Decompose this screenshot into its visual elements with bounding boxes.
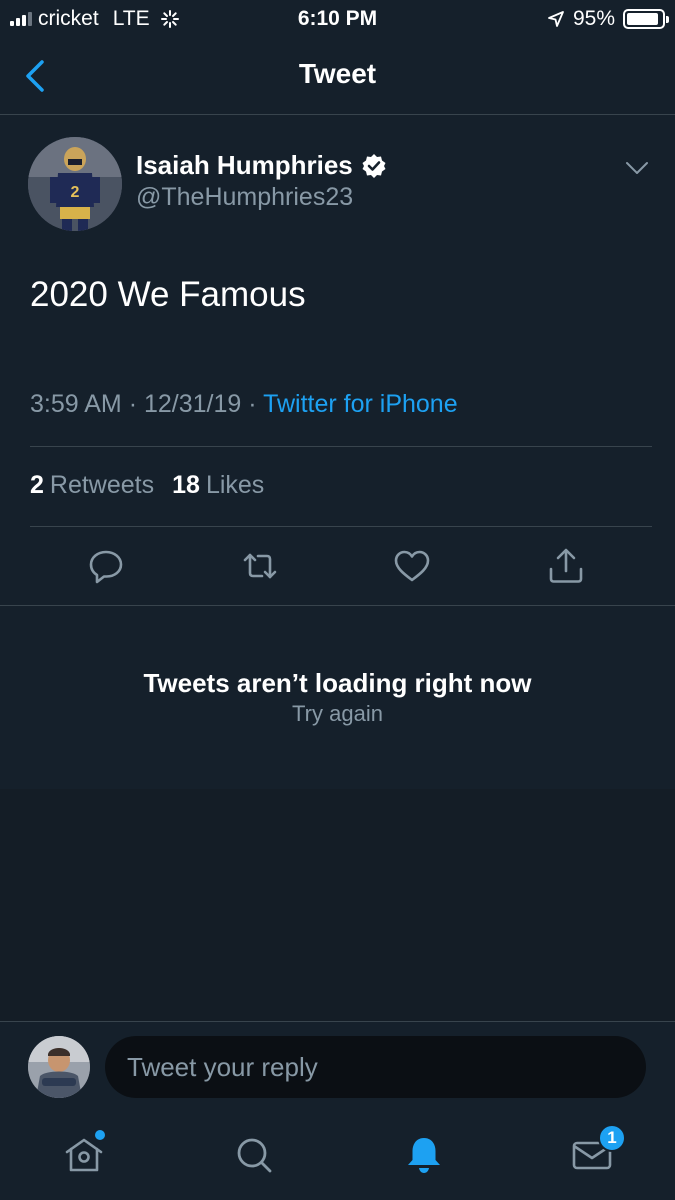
verified-badge-icon (362, 153, 386, 178)
meta-separator: · (248, 390, 257, 418)
error-message: Tweets aren’t loading right now (143, 668, 532, 698)
battery-icon (623, 9, 669, 29)
tab-notifications[interactable] (402, 1133, 446, 1177)
retweet-label: Retweets (49, 471, 155, 499)
location-arrow-icon (548, 11, 564, 27)
author-name[interactable]: Isaiah Humphries (136, 150, 387, 181)
reply-icon (89, 550, 123, 584)
page-title: Tweet (298, 58, 377, 89)
messages-badge: 1 (598, 1124, 626, 1152)
tweet-meta: 3:59 AM · 12/31/19 · Twitter for iPhone (30, 390, 458, 419)
empty-area (0, 789, 675, 1021)
likes-stat[interactable]: 18 Likes (172, 471, 264, 500)
tweet-source-link[interactable]: Twitter for iPhone (263, 390, 458, 418)
like-label: Likes (205, 471, 265, 499)
retweet-icon (243, 553, 277, 579)
user-photo-image (28, 1036, 90, 1098)
nav-header: Tweet (0, 38, 675, 115)
chevron-down-icon (626, 162, 648, 174)
tweet-text: 2020 We Famous (30, 275, 306, 314)
tweet-date: 12/31/19 (143, 390, 242, 418)
tab-bar: 1 (0, 1113, 675, 1200)
tweet-time: 3:59 AM (30, 390, 122, 418)
meta-separator: · (128, 390, 138, 418)
reply-bar (0, 1021, 675, 1113)
tweet-actions (0, 546, 675, 586)
retweets-stat[interactable]: 2 Retweets (30, 471, 154, 500)
share-button[interactable] (546, 546, 586, 586)
home-unread-dot (95, 1130, 105, 1140)
battery-percent: 95% (572, 7, 615, 30)
bell-icon (408, 1138, 440, 1173)
divider (30, 526, 652, 527)
retweet-count: 2 (30, 471, 44, 499)
divider (30, 446, 652, 447)
like-count: 18 (172, 471, 200, 499)
tweet-stats: 2 Retweets 18 Likes (30, 471, 264, 500)
try-again-button[interactable]: Try again (0, 701, 675, 727)
reply-button[interactable] (86, 546, 126, 586)
like-button[interactable] (392, 546, 432, 586)
search-icon (237, 1138, 272, 1173)
status-right: 95% (547, 7, 669, 31)
tab-search[interactable] (232, 1133, 276, 1177)
author-name-label: Isaiah Humphries (136, 150, 353, 180)
status-bar: cricket LTE 6:10 PM 95% (0, 0, 675, 38)
author-handle[interactable]: @TheHumphries23 (136, 183, 353, 212)
svg-text:2: 2 (71, 184, 80, 201)
reply-input[interactable] (105, 1036, 646, 1098)
author-avatar[interactable]: 2 (28, 137, 122, 231)
user-avatar[interactable] (28, 1036, 90, 1098)
divider (0, 605, 675, 606)
retweet-button[interactable] (240, 546, 280, 586)
tweet-menu-button[interactable] (625, 160, 649, 176)
heart-icon (394, 550, 430, 582)
football-player-image: 2 (28, 137, 122, 231)
share-icon (549, 548, 583, 583)
